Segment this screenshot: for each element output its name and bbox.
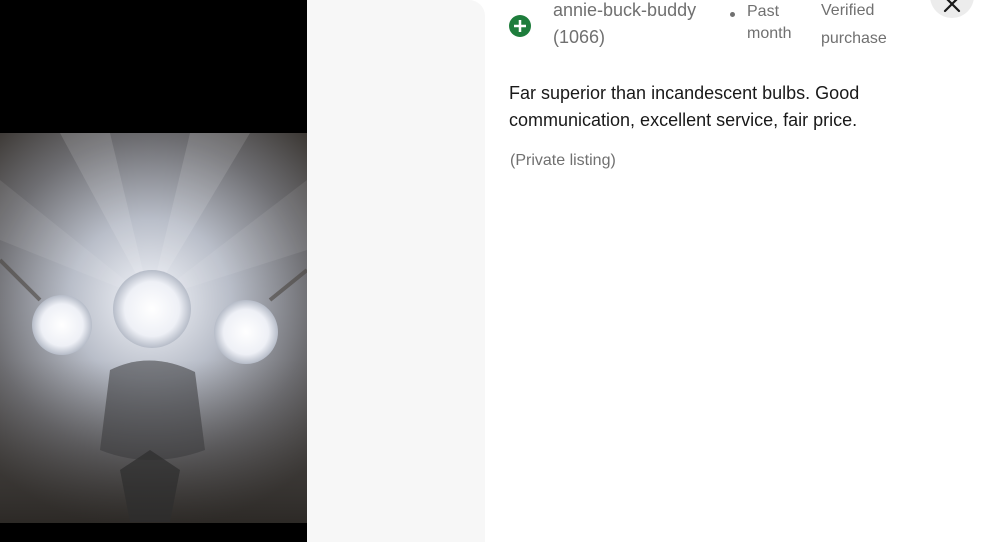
review-text: Far superior than incandescent bulbs. Go… [509,83,860,130]
close-button[interactable] [930,0,974,18]
review-photo[interactable] [0,0,307,542]
review-time: Past month [747,3,792,42]
listing-note: (Private listing) [510,152,616,169]
review-detail-panel: annie-buck-buddy (1066) Past month Verif… [485,0,992,542]
verified-purchase-label: Verified purchase [821,2,887,47]
close-icon [943,0,961,13]
reviewer-name[interactable]: annie-buck-buddy [553,0,718,24]
photo-viewer [0,0,485,542]
review-detail-dialog: annie-buck-buddy (1066) Past month Verif… [0,0,992,542]
separator-dot [730,12,735,17]
plus-circle-icon [509,15,531,37]
reviewer-feedback-score: (1066) [553,27,606,47]
reviewer-info: annie-buck-buddy (1066) [553,0,718,51]
